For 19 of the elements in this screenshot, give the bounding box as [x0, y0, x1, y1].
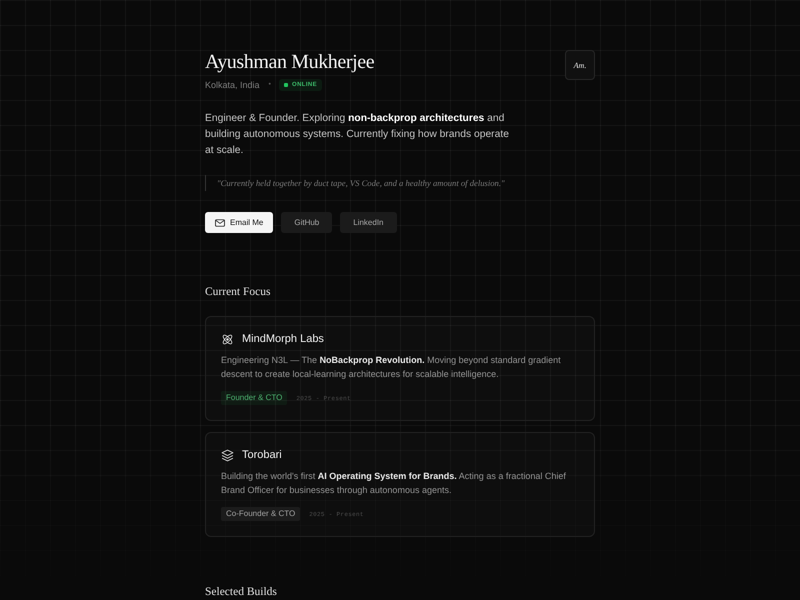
monogram-badge: Am.	[565, 50, 595, 80]
role-tag: Co-Founder & CTO	[221, 507, 300, 521]
location-text: Kolkata, India	[205, 79, 260, 91]
card-title: Torobari	[242, 448, 282, 462]
card-description: Building the world's first AI Operating System for Brands. Acting as a fractional Chief Brand Officer for businesses through autonomous agents.	[221, 470, 567, 497]
role-tag: Founder & CTO	[221, 391, 288, 405]
bio-paragraph: Engineer & Founder. Exploring non-backprop architectures and building autonomous systems. Currently fixing how brands operate at scale.	[205, 112, 510, 158]
section-heading: Selected Builds	[205, 585, 278, 599]
layers-icon	[221, 448, 234, 462]
atom-icon	[221, 332, 234, 346]
mail-icon	[215, 218, 225, 226]
section-heading: Current Focus	[205, 285, 272, 299]
link-button[interactable]: LinkedIn	[340, 212, 396, 233]
email-button[interactable]: Email Me	[205, 212, 274, 233]
quote-text: "Currently held together by duct tape, VS Code, and a healthy amount of delusion."	[205, 175, 595, 191]
profile-name: Ayushman Mukherjee	[205, 50, 374, 74]
link-button[interactable]: GitHub	[281, 212, 332, 233]
card-title: MindMorph Labs	[242, 332, 324, 346]
card-description: Engineering N3L — The NoBackprop Revolution. Moving beyond standard gradient descent to create local-learning architectures for scalable intelligence.	[221, 354, 562, 381]
